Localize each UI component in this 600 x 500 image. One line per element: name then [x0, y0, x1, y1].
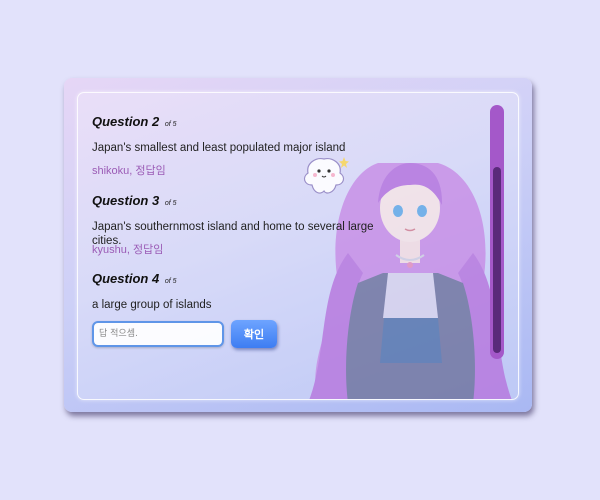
- answer-input[interactable]: [92, 321, 224, 347]
- confirm-button[interactable]: 확인: [231, 320, 277, 348]
- question-block-3: Question 3 of 5 Japan's southernmost isl…: [92, 192, 392, 257]
- question-block-4: Question 4 of 5 a large group of islands…: [92, 270, 392, 348]
- answer-feedback: kyushu, 정답임: [92, 244, 164, 256]
- answer-feedback: shikoku, 정답임: [92, 165, 166, 177]
- question-title: Question 2 of 5: [92, 113, 392, 131]
- question-total: of 5: [164, 121, 177, 128]
- question-number: Question 3: [92, 193, 160, 208]
- question-title: Question 4 of 5: [92, 270, 392, 288]
- question-number: Question 4: [92, 271, 160, 286]
- scrollbar-thumb[interactable]: [493, 167, 501, 353]
- question-title: Question 3 of 5: [92, 192, 392, 210]
- answer-row: 확인: [92, 320, 392, 348]
- question-block-2: Question 2 of 5 Japan's smallest and lea…: [92, 113, 392, 178]
- question-total: of 5: [164, 278, 177, 285]
- question-prompt: Japan's southernmost island and home to …: [92, 221, 374, 247]
- question-number: Question 2: [92, 114, 160, 129]
- question-prompt: Japan's smallest and least populated maj…: [92, 142, 346, 154]
- question-total: of 5: [164, 200, 177, 207]
- question-prompt: a large group of islands: [92, 299, 212, 311]
- scrollbar-track[interactable]: [490, 105, 504, 359]
- quiz-card: Question 2 of 5 Japan's smallest and lea…: [64, 78, 532, 412]
- question-list: Question 2 of 5 Japan's smallest and lea…: [92, 113, 392, 362]
- quiz-panel: Question 2 of 5 Japan's smallest and lea…: [77, 92, 519, 400]
